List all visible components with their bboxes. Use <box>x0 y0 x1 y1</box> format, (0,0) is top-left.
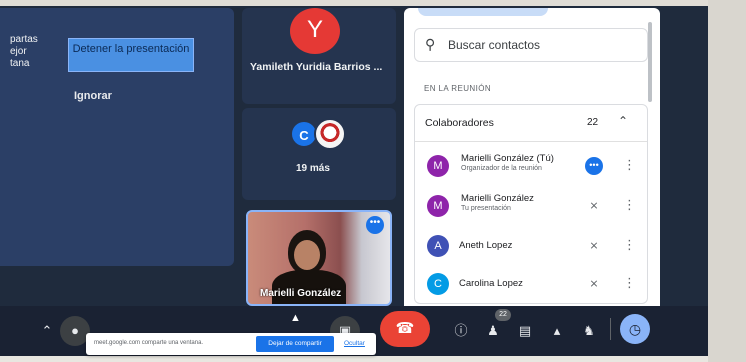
avatar: M <box>427 195 449 217</box>
participant-role: Organizador de la reunión <box>461 165 542 172</box>
ignore-button[interactable]: Ignorar <box>74 90 112 102</box>
kebab-menu-icon[interactable]: ⋮ <box>623 275 636 291</box>
popup-list-item: ejor <box>10 46 27 57</box>
participant-row[interactable]: A Aneth Lopez ⨯ ⋮ <box>415 229 647 265</box>
popup-list-item: tana <box>10 58 30 69</box>
kebab-menu-icon[interactable]: ⋮ <box>623 237 636 253</box>
collaborators-group: Colaboradores 22 ⌃ M Marielli González (… <box>414 104 648 304</box>
search-contacts-field[interactable]: ⚲ Buscar contactos <box>414 28 648 62</box>
stop-presenting-button[interactable]: Detener la presentación <box>68 38 194 72</box>
participant-row[interactable]: C Carolina Lopez ⨯ ⋮ <box>415 267 647 303</box>
mic-off-icon[interactable]: ⨯ <box>585 197 603 215</box>
wall-background <box>708 0 746 362</box>
avatar: A <box>427 235 449 257</box>
more-participants-label: 19 más <box>296 163 330 174</box>
presentation-popup-list: partas ejor tana <box>10 34 38 70</box>
timer-icon[interactable]: ◷ <box>620 314 650 344</box>
divider <box>415 141 647 142</box>
divider <box>610 318 611 340</box>
collaborators-label[interactable]: Colaboradores <box>425 117 494 129</box>
sharing-banner-text: meet.google.com comparte una ventana. <box>94 340 204 346</box>
participant-name: Carolina Lopez <box>459 278 523 289</box>
chevron-up-icon[interactable]: ⌃ <box>32 316 62 346</box>
avatar: Y <box>290 8 340 54</box>
participant-name: Aneth Lopez <box>459 240 513 251</box>
avatar: M <box>427 155 449 177</box>
self-name-label: Marielli González <box>260 288 342 299</box>
people-panel: ⚲ Buscar contactos EN LA REUNIÓN Colabor… <box>404 8 660 306</box>
more-horiz-icon[interactable]: ••• <box>366 216 384 234</box>
video-person-face <box>294 240 320 270</box>
hide-link[interactable]: Ocultar <box>344 340 365 347</box>
avatar-photo <box>314 118 346 150</box>
sharing-banner: meet.google.com comparte una ventana. De… <box>86 333 376 355</box>
chevron-up-icon[interactable]: ⌃ <box>618 114 628 128</box>
info-icon[interactable]: ⓘ <box>446 316 476 346</box>
mouse-cursor-icon: ▲ <box>290 312 301 324</box>
participant-name: Yamileth Yuridia Barrios ... <box>250 61 383 73</box>
hang-up-button[interactable]: ☎ <box>380 311 430 347</box>
participant-row[interactable]: M Marielli González Tu presentación ⨯ ⋮ <box>415 189 647 225</box>
popup-list-item: partas <box>10 34 38 45</box>
search-placeholder: Buscar contactos <box>448 38 541 52</box>
kebab-menu-icon[interactable]: ⋮ <box>623 197 636 213</box>
participant-name: Marielli González <box>461 193 534 204</box>
chat-icon[interactable]: ▤ <box>510 316 540 346</box>
mic-off-icon[interactable]: ⨯ <box>585 275 603 293</box>
activities-icon[interactable]: ▴ <box>542 316 572 346</box>
people-count-badge: 22 <box>495 309 511 321</box>
avatar: C <box>427 273 449 295</box>
collaborators-count: 22 <box>587 117 599 128</box>
panel-scrollbar[interactable] <box>648 22 652 102</box>
self-video-tile[interactable]: Marielli González ••• <box>246 210 392 306</box>
host-controls-icon[interactable]: ♞ <box>574 316 604 346</box>
mic-off-icon[interactable]: ⨯ <box>585 237 603 255</box>
participant-role: Tu presentación <box>461 205 511 212</box>
stop-sharing-button[interactable]: Dejar de compartir <box>256 336 334 352</box>
participant-name: Marielli González (Tú) <box>461 153 554 164</box>
search-icon: ⚲ <box>425 36 436 52</box>
more-options-icon[interactable]: ••• <box>585 157 603 175</box>
add-people-button[interactable] <box>418 8 548 16</box>
participant-row[interactable]: M Marielli González (Tú) Organizador de … <box>415 149 647 185</box>
in-meeting-heading: EN LA REUNIÓN <box>424 84 491 93</box>
kebab-menu-icon[interactable]: ⋮ <box>623 157 636 173</box>
